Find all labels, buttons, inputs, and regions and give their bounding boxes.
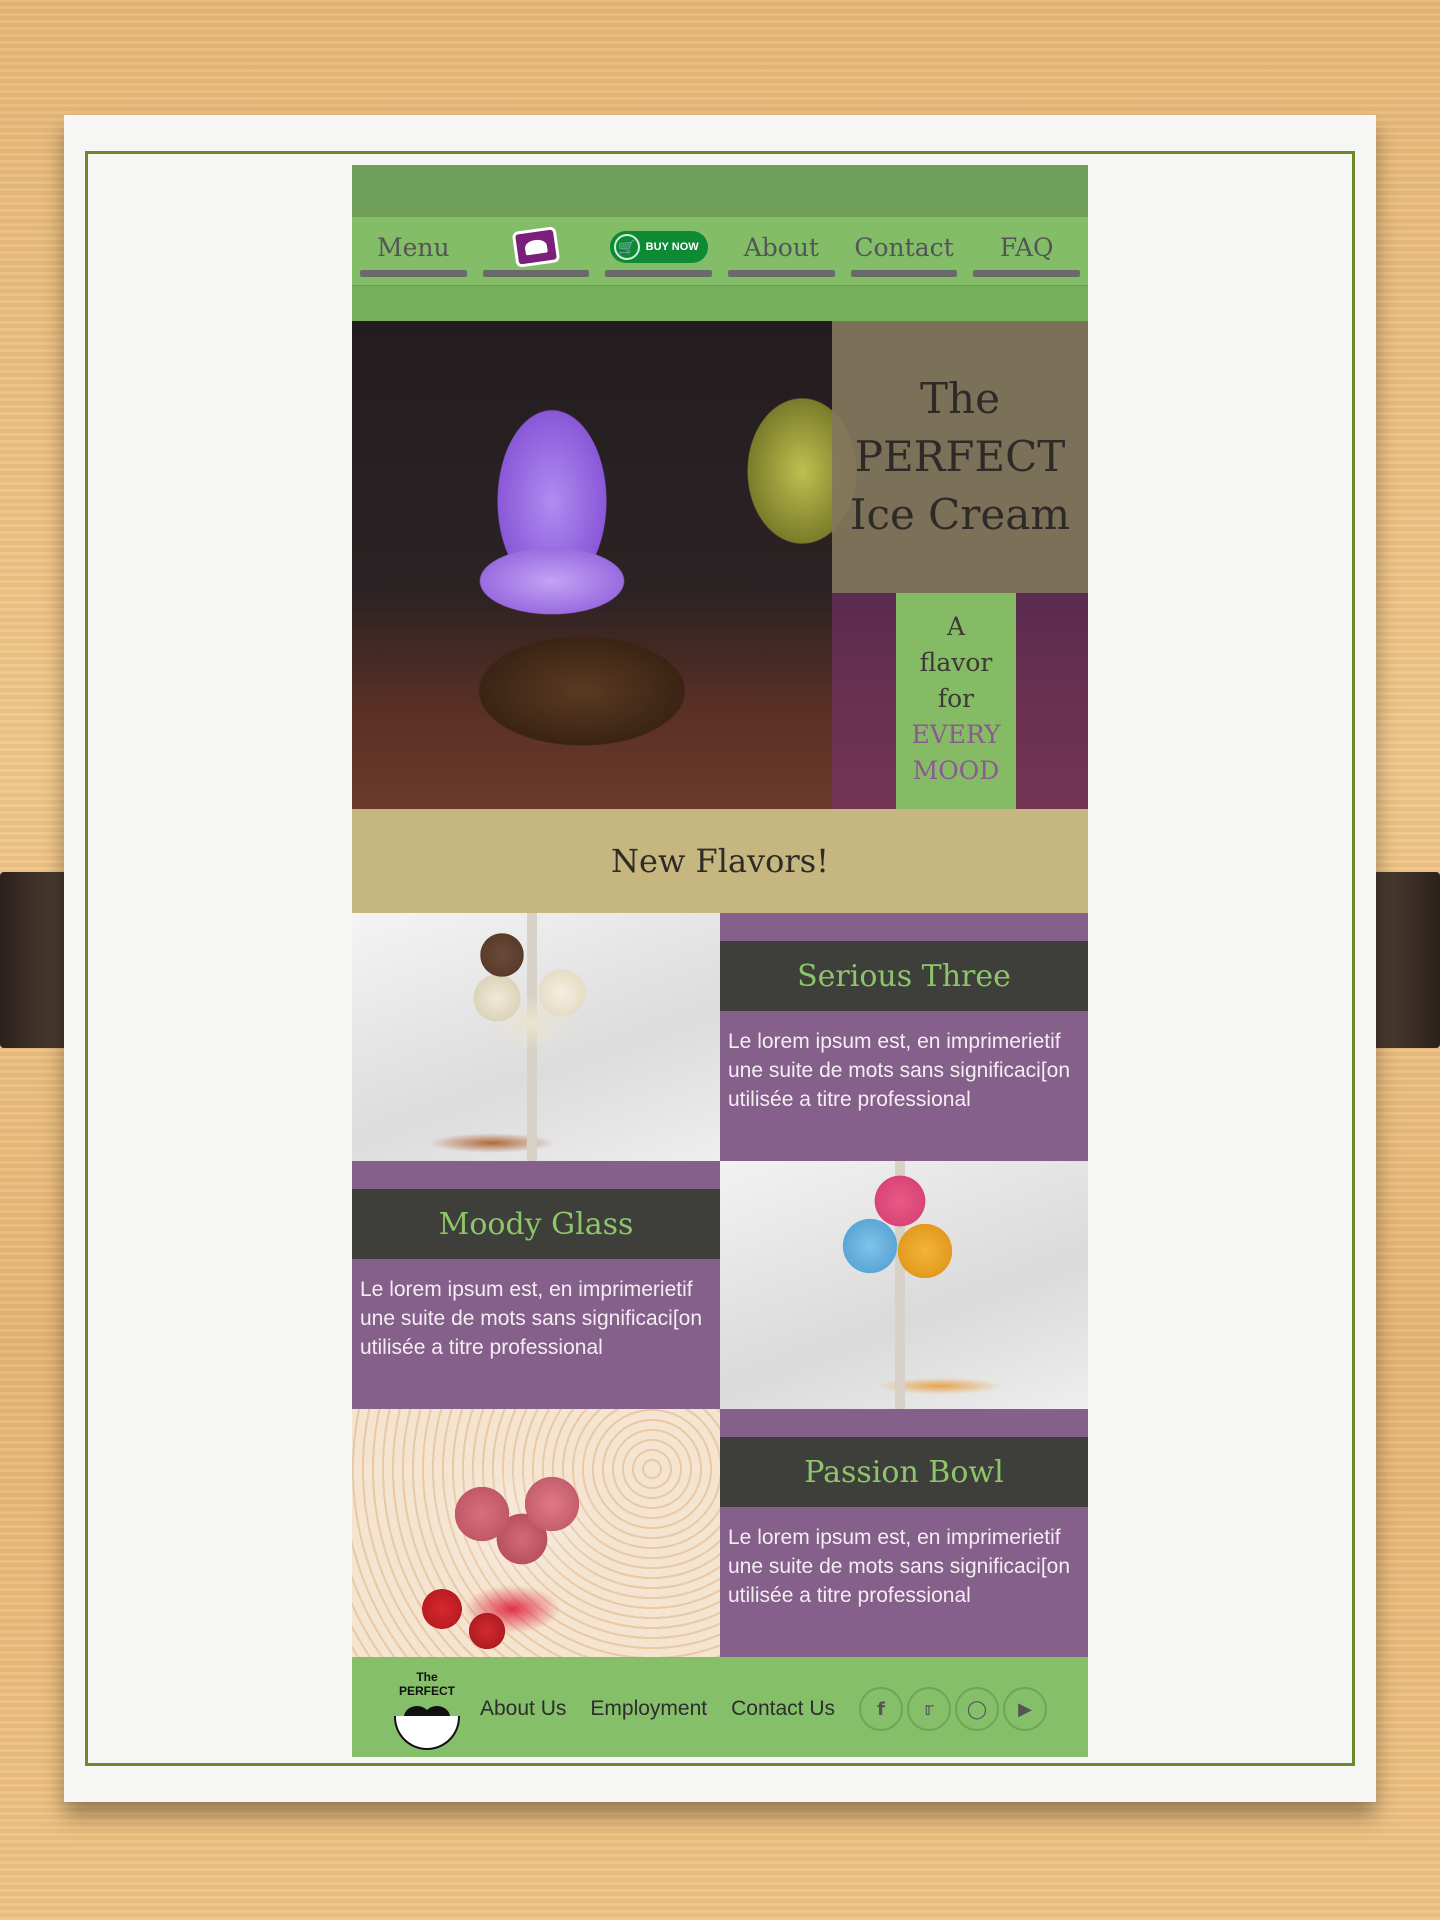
nav-underline: [482, 270, 590, 277]
hero-tagline: A flavor for EVERY MOOD: [896, 593, 1016, 809]
nav-contact[interactable]: Contact: [843, 217, 966, 285]
footer-link-employment[interactable]: Employment: [590, 1697, 707, 1721]
section-heading: New Flavors!: [611, 842, 829, 880]
tagline-line: flavor: [919, 648, 993, 677]
nav-bottom-bar: [352, 285, 1088, 321]
hero-overlay-strip: [832, 593, 896, 809]
nav-underline: [360, 270, 467, 277]
hero-title-line: The: [920, 374, 1000, 423]
youtube-icon[interactable]: ▶: [1002, 1687, 1047, 1731]
nav-faq[interactable]: FAQ: [965, 217, 1088, 285]
site-footer: The PERFECT About Us Employment Contact …: [352, 1657, 1088, 1757]
nav-contact-label: Contact: [854, 232, 954, 262]
flavor-description: Le lorem ipsum est, en imprimerietif une…: [728, 1030, 1071, 1111]
flavor-row: Moody Glass Le lorem ipsum est, en impri…: [352, 1161, 1088, 1409]
flavor-row: Serious Three Le lorem ipsum est, en imp…: [352, 913, 1088, 1161]
twitter-icon[interactable]: 𝕣: [906, 1687, 951, 1731]
nav-underline: [973, 270, 1081, 277]
hero-title-line: PERFECT: [854, 432, 1066, 481]
buy-now-label: BUY NOW: [645, 241, 699, 253]
hero-title: The PERFECT Ice Cream: [850, 370, 1070, 544]
nav-gallery[interactable]: [475, 217, 598, 285]
flavor-description: Le lorem ipsum est, en imprimerietif une…: [728, 1526, 1071, 1607]
tagline-line-accent: MOOD: [912, 756, 1000, 785]
instagram-icon[interactable]: ◯: [954, 1687, 999, 1731]
flavor-photo-passion-bowl: [352, 1409, 720, 1657]
logo-text-line: PERFECT: [398, 1684, 455, 1698]
photo-gallery-icon: [511, 226, 561, 268]
section-heading-bar: New Flavors!: [352, 809, 1088, 913]
tagline-line-accent: EVERY: [911, 720, 1001, 749]
hero-banner: The PERFECT Ice Cream A flavor for EVERY…: [352, 321, 1088, 809]
nav-about-label: About: [743, 232, 819, 262]
footer-link-contact-us[interactable]: Contact Us: [731, 1697, 835, 1721]
hero-overlay-strip: [1016, 593, 1088, 809]
flavor-photo-serious-three: [352, 913, 720, 1161]
flavor-card: Passion Bowl Le lorem ipsum est, en impr…: [720, 1409, 1088, 1657]
logo-text-line: The: [416, 1670, 438, 1684]
facebook-icon[interactable]: f: [858, 1687, 903, 1731]
nav-underline: [850, 270, 958, 277]
buy-now-button[interactable]: 🛒 BUY NOW: [609, 231, 708, 263]
slide-paper: Menu 🛒 BUY NOW About Contact FAQ The PER…: [64, 115, 1376, 1802]
social-links: f 𝕣 ◯ ▶: [858, 1687, 1047, 1731]
nav-buy-now[interactable]: 🛒 BUY NOW: [597, 217, 720, 285]
website-mockup: Menu 🛒 BUY NOW About Contact FAQ The PER…: [352, 165, 1088, 1757]
flavor-description: Le lorem ipsum est, en imprimerietif une…: [360, 1278, 703, 1359]
nav-menu[interactable]: Menu: [352, 217, 475, 285]
flavor-title: Passion Bowl: [720, 1437, 1088, 1507]
flavor-photo-moody-glass: [720, 1161, 1088, 1409]
top-bar: [352, 165, 1088, 217]
tagline-line: for: [937, 684, 975, 713]
hero-title-box: The PERFECT Ice Cream: [832, 321, 1088, 593]
nav-faq-label: FAQ: [999, 232, 1054, 262]
tagline-line: A: [946, 612, 966, 641]
logo-bowl: [394, 1716, 460, 1750]
nav-about[interactable]: About: [720, 217, 843, 285]
nav-menu-label: Menu: [377, 232, 450, 262]
logo-text: The PERFECT: [392, 1670, 462, 1698]
flavor-title: Moody Glass: [352, 1189, 720, 1259]
flavor-title: Serious Three: [720, 941, 1088, 1011]
hero-title-line: Ice Cream: [849, 490, 1071, 539]
flavor-row: Passion Bowl Le lorem ipsum est, en impr…: [352, 1409, 1088, 1657]
cart-icon: 🛒: [613, 234, 640, 260]
footer-link-about-us[interactable]: About Us: [480, 1697, 566, 1721]
brand-logo[interactable]: The PERFECT: [392, 1664, 462, 1754]
main-nav: Menu 🛒 BUY NOW About Contact FAQ: [352, 217, 1088, 285]
nav-underline: [728, 270, 835, 277]
flavor-card: Serious Three Le lorem ipsum est, en imp…: [720, 913, 1088, 1161]
flavor-card: Moody Glass Le lorem ipsum est, en impri…: [352, 1161, 720, 1409]
nav-underline: [605, 270, 713, 277]
